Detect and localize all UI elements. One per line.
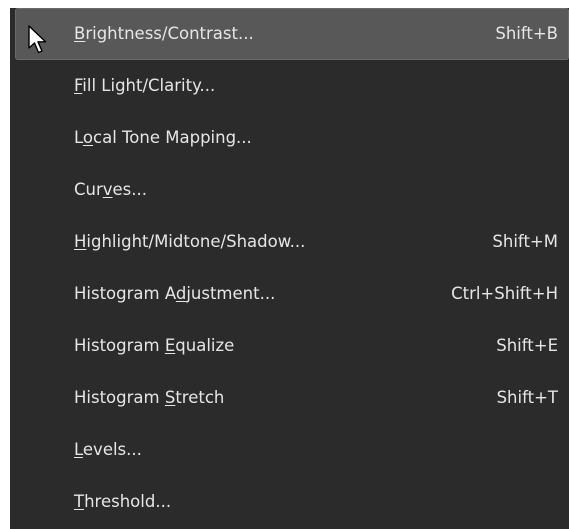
menu-item-levels[interactable]: Levels... [15,424,569,476]
mnemonic-letter: d [175,284,187,303]
adjust-menu: Brightness/Contrast... Shift+B Fill Ligh… [10,8,569,529]
mnemonic-letter: E [164,336,176,355]
menu-item-shortcut: Shift+T [496,388,558,407]
menu-item-histogram-adjustment[interactable]: Histogram Adjustment... Ctrl+Shift+H [15,268,569,320]
menu-item-threshold[interactable]: Threshold... [15,476,569,528]
menu-item-label: Brightness/Contrast... [74,24,254,43]
menu-item-local-tone-mapping[interactable]: Local Tone Mapping... [15,112,569,164]
menu-item-label: Local Tone Mapping... [74,128,252,147]
menu-item-shortcut: Shift+M [492,232,558,251]
mnemonic-letter: o [82,128,94,147]
mnemonic-letter: B [74,24,86,43]
menu-item-label: Threshold... [74,492,172,511]
menu-item-label: Fill Light/Clarity... [74,76,216,95]
mouse-pointer-icon [28,25,47,54]
menu-item-shortcut: Shift+B [495,24,558,43]
menu-item-label: Histogram Stretch [74,388,225,407]
mnemonic-letter: v [102,180,113,199]
menu-item-curves[interactable]: Curves... [15,164,569,216]
mnemonic-letter: T [74,492,85,511]
menu-item-label: Histogram Equalize [74,336,235,355]
menu-item-label: Curves... [74,180,148,199]
menu-item-shortcut: Ctrl+Shift+H [451,284,558,303]
menu-item-highlight-midtone-shadow[interactable]: Highlight/Midtone/Shadow... Shift+M [15,216,569,268]
menu-item-shortcut: Shift+E [496,336,558,355]
mnemonic-letter: H [74,232,87,251]
menu-item-fill-light-clarity[interactable]: Fill Light/Clarity... [15,60,569,112]
menu-item-label: Highlight/Midtone/Shadow... [74,232,306,251]
menu-item-histogram-equalize[interactable]: Histogram Equalize Shift+E [15,320,569,372]
menu-item-label: Levels... [74,440,142,459]
menu-item-brightness-contrast[interactable]: Brightness/Contrast... Shift+B [15,8,569,60]
mnemonic-letter: S [164,388,176,407]
menu-item-label: Histogram Adjustment... [74,284,276,303]
mnemonic-letter: L [74,440,83,459]
menu-item-histogram-stretch[interactable]: Histogram Stretch Shift+T [15,372,569,424]
